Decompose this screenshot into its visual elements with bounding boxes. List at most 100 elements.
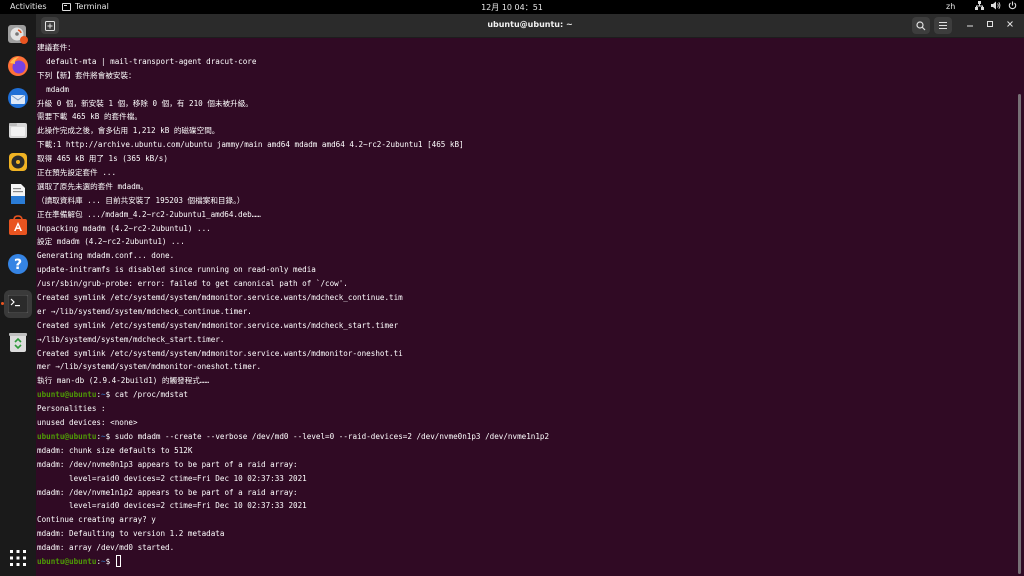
terminal-line: 正在準備解包 .../mdadm_4.2~rc2-2ubuntu1_amd64.… [37, 209, 261, 219]
new-tab-button[interactable] [41, 17, 59, 34]
input-method-indicator[interactable]: zh [946, 2, 955, 11]
terminal-line: 設定 mdadm (4.2~rc2-2ubuntu1) ... [37, 237, 185, 247]
prompt-symbol: $ [105, 390, 115, 400]
firefox-icon [8, 56, 28, 76]
terminal-line: 此操作完成之後，會多佔用 1,212 kB 的磁碟空間。 [37, 126, 220, 136]
terminal-line: 下列【新】套件將會被安裝： [37, 70, 136, 80]
prompt-line: ubuntu@ubuntu:~$ cat /proc/mdstat [37, 388, 1016, 402]
minimize-button[interactable] [962, 18, 978, 34]
dock-item-files[interactable] [4, 116, 32, 144]
window-title: ubuntu@ubuntu: ~ [487, 20, 573, 29]
terminal-line: Generating mdadm.conf... done. [37, 251, 175, 261]
rhythmbox-icon [9, 153, 27, 171]
dock-item-help[interactable]: ? [4, 250, 32, 278]
terminal-output[interactable]: 建議套件： default-mta | mail-transport-agent… [36, 39, 1016, 576]
terminal-line: er →/lib/systemd/system/mdcheck_continue… [37, 306, 252, 316]
terminal-line: /usr/sbin/grub-probe: error: failed to g… [37, 279, 348, 289]
terminal-line: mer →/lib/systemd/system/mdmonitor-onesh… [37, 362, 262, 372]
clock[interactable]: 12月 10 04：51 [481, 3, 543, 12]
maximize-button[interactable] [982, 18, 998, 34]
terminal-line: 建議套件： [37, 43, 75, 52]
software-icon [9, 215, 27, 235]
terminal-line: mdadm: Defaulting to version 1.2 metadat… [37, 529, 225, 539]
terminal-line: level=raid0 devices=2 ctime=Fri Dec 10 0… [37, 501, 307, 511]
running-indicator [1, 302, 4, 305]
terminal-line: 升級 0 個，新安裝 1 個，移除 0 個，有 210 個未被升級。 [37, 98, 253, 108]
terminal-line: Created symlink /etc/systemd/system/mdmo… [37, 293, 403, 303]
dock-item-firefox[interactable] [4, 52, 32, 80]
minimize-icon [967, 25, 973, 27]
command-text: sudo mdadm --create --verbose /dev/md0 -… [114, 431, 550, 441]
close-button[interactable] [1002, 18, 1018, 34]
dock-item-software[interactable] [4, 212, 32, 240]
terminal-line: 下載:1 http://archive.ubuntu.com/ubuntu ja… [37, 140, 464, 150]
network-icon [975, 1, 984, 10]
dock-item-writer[interactable] [4, 180, 32, 208]
dock-item-installer[interactable] [4, 20, 32, 48]
terminal-line: level=raid0 devices=2 ctime=Fri Dec 10 0… [37, 473, 307, 483]
app-grid-icon [10, 550, 26, 566]
dock-item-trash[interactable] [4, 328, 32, 356]
dock-item-terminal[interactable] [4, 290, 32, 318]
disk-installer-icon [8, 25, 28, 44]
terminal-line: 需要下載 465 kB 的套件檔。 [37, 112, 142, 122]
activities-button[interactable]: Activities [10, 2, 47, 11]
terminal-line: Personalities : [37, 404, 106, 414]
search-button[interactable] [912, 17, 930, 34]
terminal-line: 選取了原先未選的套件 mdadm。 [37, 181, 148, 191]
terminal-line: mdadm: /dev/nvme1n1p2 appears to be part… [37, 487, 298, 497]
terminal-line: default-mta | mail-transport-agent dracu… [37, 56, 257, 66]
trash-icon [9, 333, 27, 352]
prompt-user: ubuntu@ubuntu [37, 390, 97, 400]
dock-item-app-grid[interactable] [4, 544, 32, 572]
terminal-line: mdadm: array /dev/md0 started. [37, 543, 175, 553]
terminal-line: Created symlink /etc/systemd/system/mdmo… [37, 348, 403, 358]
terminal-line: mdadm: chunk size defaults to 512K [37, 445, 193, 455]
writer-icon [11, 184, 25, 204]
dock-item-rhythmbox[interactable] [4, 148, 32, 176]
hamburger-icon [939, 21, 947, 30]
prompt-line: ubuntu@ubuntu:~$ sudo mdadm --create --v… [37, 430, 1016, 444]
terminal-line: 取得 465 kB 用了 1s (365 kB/s) [37, 154, 168, 164]
dock: ? [0, 14, 36, 576]
files-icon [9, 123, 27, 138]
terminal-line: unused devices: <none> [37, 418, 138, 428]
help-icon: ? [8, 254, 28, 274]
svg-text:?: ? [14, 257, 22, 273]
terminal-line: update-initramfs is disabled since runni… [37, 265, 316, 275]
terminal-line: mdadm [37, 84, 70, 94]
new-tab-icon [45, 20, 55, 31]
menu-button[interactable] [934, 17, 952, 34]
prompt-symbol: $ [105, 431, 115, 441]
terminal-line: →/lib/systemd/system/mdcheck_start.timer… [37, 334, 225, 344]
app-menu[interactable]: Terminal [62, 2, 109, 11]
prompt-user: ubuntu@ubuntu [37, 556, 97, 566]
command-text: cat /proc/mdstat [114, 390, 188, 400]
active-prompt-line[interactable]: ubuntu@ubuntu:~$ [37, 554, 1016, 569]
terminal-line: mdadm: /dev/nvme0n1p3 appears to be part… [37, 459, 298, 469]
dock-item-thunderbird[interactable] [4, 84, 32, 112]
scrollbar[interactable] [1018, 94, 1021, 574]
system-tray[interactable] [975, 1, 1024, 10]
text-cursor [115, 554, 121, 567]
terminal-line: Continue creating array? y [37, 515, 156, 525]
terminal-line: Created symlink /etc/systemd/system/mdmo… [37, 320, 399, 330]
app-menu-label: Terminal [75, 2, 109, 11]
terminal-line: Unpacking mdadm (4.2~rc2-2ubuntu1) ... [37, 223, 211, 233]
terminal-icon [8, 295, 28, 313]
header-bar[interactable]: ubuntu@ubuntu: ~ [36, 14, 1024, 38]
volume-icon [991, 1, 1001, 10]
terminal-window: ubuntu@ubuntu: ~ 建議套件： default-mta | mai… [36, 14, 1024, 576]
terminal-line: 正在預先設定套件 ... [37, 168, 117, 178]
close-icon [1007, 21, 1013, 27]
terminal-small-icon [62, 2, 71, 11]
prompt-symbol: $ [105, 556, 115, 566]
top-bar: Activities Terminal 12月 10 04：51 zh [0, 0, 1024, 14]
thunderbird-icon [8, 88, 28, 108]
search-icon [916, 20, 926, 30]
prompt-user: ubuntu@ubuntu [37, 431, 97, 441]
terminal-line: 執行 man-db (2.9.4-2build1) 的觸發程式…… [37, 376, 210, 386]
maximize-icon [987, 21, 993, 27]
power-icon [1008, 1, 1017, 10]
terminal-line: （讀取資料庫 ... 目前共安裝了 195203 個檔案和目錄。） [37, 195, 245, 205]
